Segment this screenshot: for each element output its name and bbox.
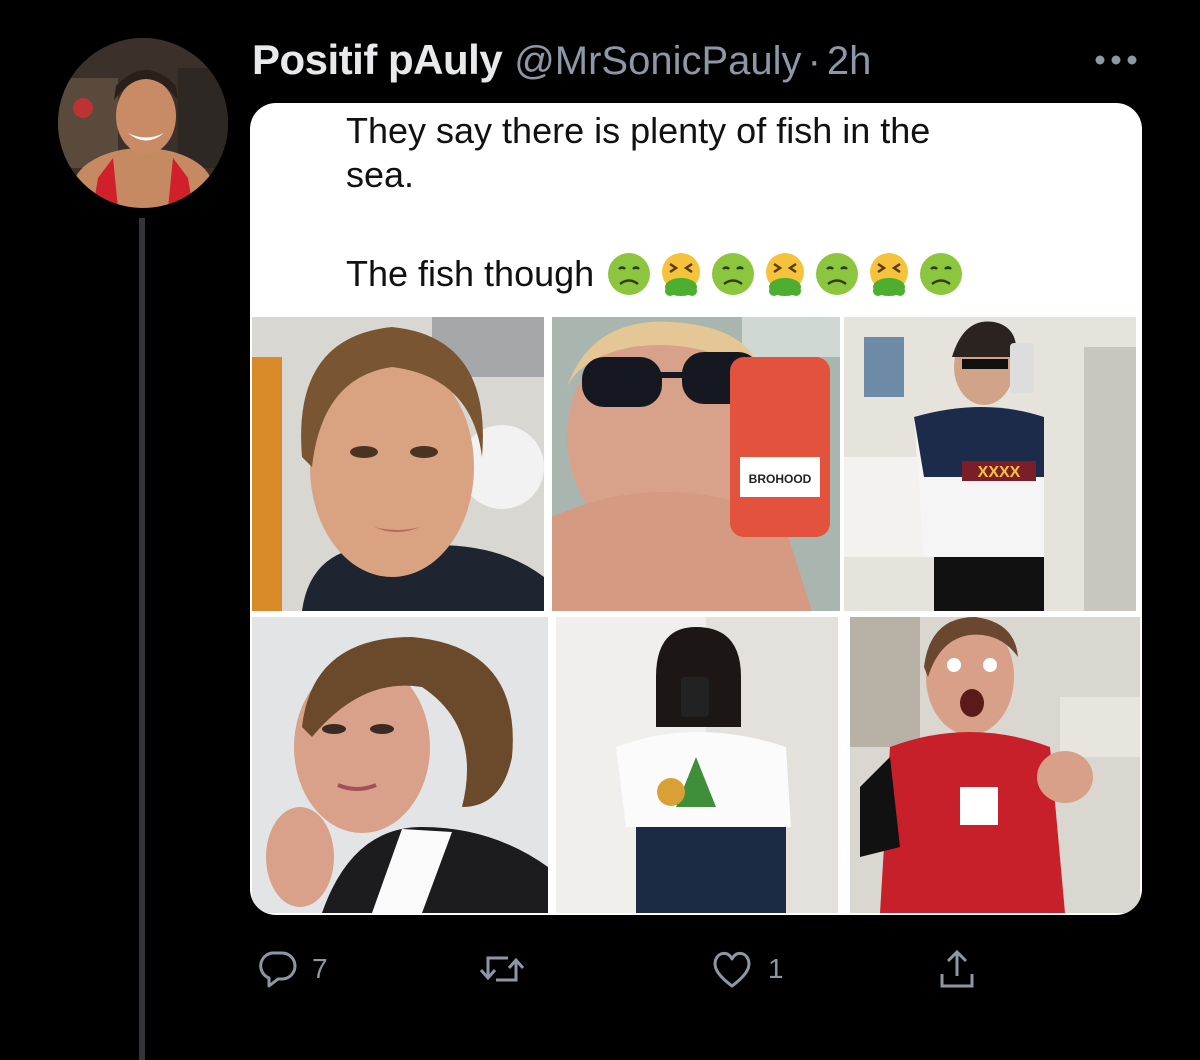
tweet-media[interactable]: They say there is plenty of fish in the … — [250, 103, 1142, 915]
photo-woman-nose-ring[interactable] — [252, 317, 544, 611]
like-button[interactable]: 1 — [710, 948, 784, 990]
meme-punchline: The fish though — [346, 251, 964, 297]
retweet-icon — [479, 956, 525, 982]
photo-image — [850, 617, 1140, 913]
display-name[interactable]: Positif pAuly — [252, 36, 503, 84]
emoji-row — [606, 251, 964, 297]
photo-image: BROHOOD — [552, 317, 840, 611]
vomiting-face-icon — [766, 253, 805, 296]
photo-woman-red-jersey[interactable] — [850, 617, 1140, 913]
photo-woman-sunglasses-can[interactable]: BROHOOD — [552, 317, 840, 611]
photo-woman-braided-hair[interactable] — [252, 617, 548, 913]
share-button[interactable] — [936, 948, 978, 990]
meme-caption-line-2: sea. — [346, 154, 415, 195]
nauseated-face-icon — [816, 253, 859, 295]
can-label: BROHOOD — [749, 472, 812, 486]
timestamp[interactable]: 2h — [827, 39, 872, 84]
meme-caption-line-1: They say there is plenty of fish in the — [346, 110, 931, 151]
photo-image: XXXX — [844, 317, 1136, 611]
tweet-header: Positif pAuly @MrSonicPauly · 2h — [252, 36, 871, 86]
photo-woman-christmas-shirt-selfie[interactable] — [556, 617, 838, 913]
avatar[interactable] — [58, 38, 228, 208]
reply-button[interactable]: 7 — [256, 948, 328, 990]
avatar-image — [58, 38, 228, 208]
reply-count: 7 — [312, 953, 328, 984]
user-handle[interactable]: @MrSonicPauly — [514, 39, 801, 84]
separator: · — [807, 39, 821, 83]
heart-icon — [713, 951, 751, 988]
vomiting-face-icon — [662, 253, 701, 296]
like-count: 1 — [768, 953, 784, 984]
photo-image — [252, 317, 544, 611]
share-icon — [940, 949, 974, 988]
nauseated-face-icon — [712, 253, 755, 295]
tweet-actions: 7 1 — [0, 948, 1200, 998]
nauseated-face-icon — [920, 253, 963, 295]
more-options-button[interactable] — [1088, 40, 1144, 80]
photo-image — [556, 617, 838, 913]
meme-caption: They say there is plenty of fish in the … — [346, 109, 1126, 197]
thread-line — [139, 218, 145, 1060]
photo-woman-jersey-selfie[interactable]: XXXX — [844, 317, 1136, 611]
reply-icon — [259, 951, 297, 988]
meme-caption-line-3: The fish though — [346, 253, 595, 294]
more-icon — [1095, 55, 1137, 65]
jersey-label: XXXX — [978, 464, 1021, 481]
nauseated-face-icon — [608, 253, 651, 295]
photo-image — [252, 617, 548, 913]
retweet-button[interactable] — [478, 948, 540, 990]
vomiting-face-icon — [870, 253, 909, 296]
